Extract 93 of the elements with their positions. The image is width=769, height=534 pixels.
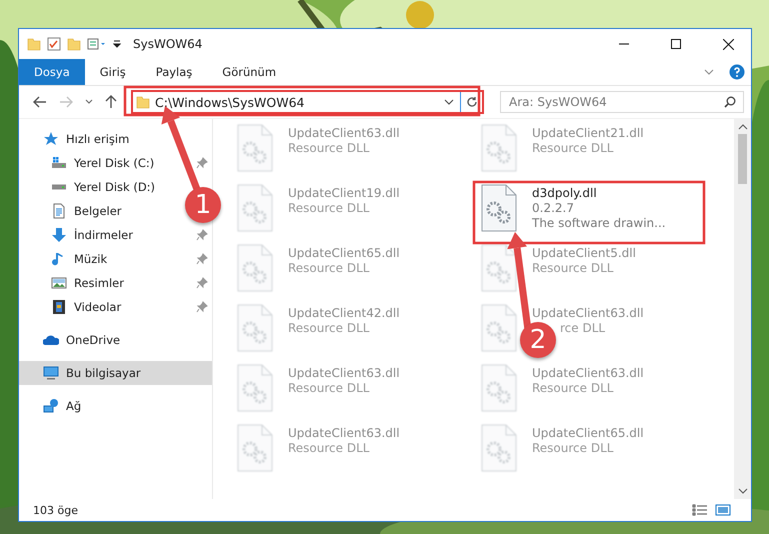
close-icon <box>722 38 734 50</box>
document-icon <box>51 203 67 219</box>
file-name: UpdateClient63.dll <box>288 366 400 380</box>
file-detail: rce DLL <box>560 321 606 335</box>
sidebar-item[interactable]: Yerel Disk (D:) <box>74 180 156 194</box>
sidebar-item[interactable]: Resimler <box>74 276 124 290</box>
file-detail: Resource DLL <box>288 321 370 335</box>
dll-file-icon <box>237 244 273 292</box>
arrow-left-icon <box>33 96 47 108</box>
dll-file-icon <box>237 364 273 412</box>
pin-icon <box>196 301 208 313</box>
pin-icon <box>196 253 208 265</box>
checklist-icon <box>47 37 61 51</box>
file-name: UpdateClient65.dll <box>288 246 400 260</box>
chevron-down-icon <box>738 487 748 495</box>
dll-file-icon <box>481 244 517 292</box>
pin-icon <box>196 229 208 241</box>
file-name: UpdateClient63.dll <box>288 126 400 140</box>
file-detail: Resource DLL <box>532 381 614 395</box>
file-detail: Resource DLL <box>288 201 370 215</box>
chevron-down-icon <box>443 97 455 107</box>
scrollbar-thumb[interactable] <box>738 134 747 184</box>
folder-icon <box>27 37 41 51</box>
address-field[interactable]: C:\Windows\SysWOW64 <box>131 90 484 114</box>
dll-file-icon <box>237 424 273 472</box>
maximize-icon <box>671 39 681 49</box>
sidebar-item[interactable]: Belgeler <box>74 204 122 218</box>
dropdown-icon <box>113 39 121 49</box>
arrow-right-icon <box>59 96 73 108</box>
ribbon-tab[interactable]: Görünüm <box>207 59 292 85</box>
new-folder-icon <box>67 37 81 51</box>
monitor-icon <box>43 365 59 381</box>
file-detail: Resource DLL <box>288 141 370 155</box>
sidebar-item[interactable]: İndirmeler <box>74 228 133 242</box>
file-detail: The software drawin... <box>532 216 666 230</box>
dll-file-icon <box>481 364 517 412</box>
file-name: UpdateClient21.dll <box>532 126 644 140</box>
file-detail: Resource DLL <box>288 261 370 275</box>
dll-file-icon <box>481 124 517 172</box>
file-detail: Resource DLL <box>532 441 614 455</box>
file-name: UpdateClient42.dll <box>288 306 400 320</box>
dll-file-icon <box>481 424 517 472</box>
ribbon-tab[interactable]: Paylaş <box>140 59 208 85</box>
chevron-down-icon <box>85 99 93 105</box>
film-icon <box>51 299 67 315</box>
ribbon-tab[interactable]: Giriş <box>84 59 141 85</box>
selected-sidebar-item[interactable]: Bu bilgisayar <box>19 361 212 385</box>
dll-file-icon <box>237 184 273 232</box>
large-icons-view-icon <box>715 503 731 517</box>
details-view-icon <box>691 503 709 517</box>
image-icon <box>51 275 67 291</box>
sidebar-item[interactable]: Ağ <box>66 399 82 413</box>
file-detail: Resource DLL <box>288 381 370 395</box>
sidebar-item[interactable]: Müzik <box>74 252 108 266</box>
drive-icon <box>51 155 67 171</box>
file-name: UpdateClient5.dll <box>532 246 636 260</box>
refresh-icon <box>466 96 478 108</box>
help-icon <box>729 64 745 80</box>
file-name: UpdateClient19.dll <box>288 186 400 200</box>
file-detail: 0.2.2.7 <box>532 201 575 215</box>
sidebar-item[interactable]: OneDrive <box>66 333 120 347</box>
item-count: 103 öge <box>33 504 79 516</box>
dll-file-icon <box>481 184 517 232</box>
ribbon-tab[interactable]: Dosya <box>19 59 85 85</box>
download-arrow-icon <box>51 227 67 243</box>
dll-file-icon <box>481 304 517 352</box>
dll-file-icon <box>237 124 273 172</box>
search-icon <box>724 96 736 108</box>
file-detail: Resource DLL <box>288 441 370 455</box>
sidebar-item[interactable]: Bu bilgisayar <box>66 366 141 380</box>
properties-icon <box>87 37 107 51</box>
search-field[interactable]: Ara: SysWOW64 <box>500 91 744 113</box>
scrollbar[interactable] <box>734 119 751 499</box>
arrow-up-icon <box>105 95 117 109</box>
sidebar-item[interactable]: Hızlı erişim <box>66 132 130 146</box>
sidebar-item[interactable]: Yerel Disk (C:) <box>74 156 154 170</box>
network-icon <box>43 398 59 414</box>
file-detail: Resource DLL <box>532 261 614 275</box>
file-name: UpdateClient63.dll <box>532 306 644 320</box>
chevron-up-icon <box>738 123 748 131</box>
file-name: UpdateClient63.dll <box>288 426 400 440</box>
dll-file-icon <box>237 304 273 352</box>
file-name: UpdateClient65.dll <box>532 426 644 440</box>
pin-icon <box>196 157 208 169</box>
file-detail: Resource DLL <box>532 141 614 155</box>
window-title: SysWOW64 <box>133 37 204 51</box>
file-name: d3dpoly.dll <box>532 186 598 200</box>
star-icon <box>43 131 59 147</box>
drive-icon <box>51 184 67 190</box>
folder-icon <box>136 95 150 109</box>
pin-icon <box>196 277 208 289</box>
sidebar-item[interactable]: Videolar <box>74 300 122 314</box>
file-name: UpdateClient63.dll <box>532 366 644 380</box>
